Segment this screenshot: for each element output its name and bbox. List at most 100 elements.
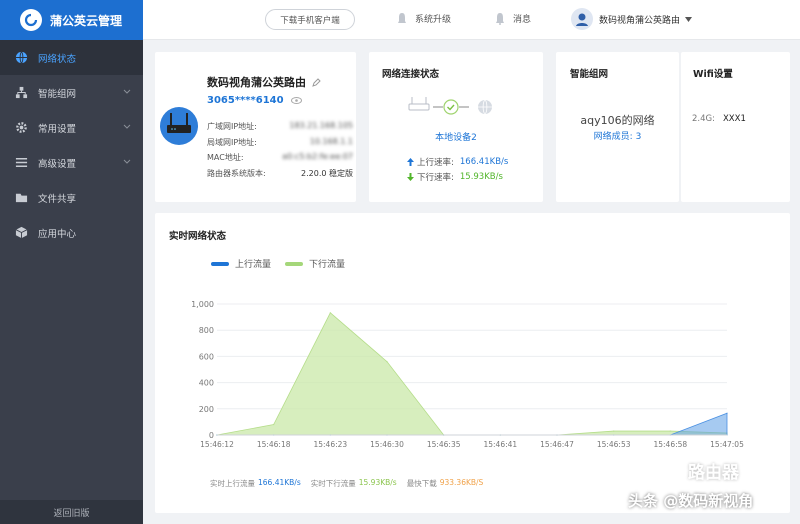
logo[interactable]: 蒲公英云管理 [0, 0, 143, 40]
sidebar-item-common-settings[interactable]: 常用设置 [0, 110, 143, 145]
avatar [571, 8, 593, 30]
mac-value: a0:c5:b2:fe:ee:07 [282, 152, 353, 161]
lan-ip-value: 10.168.1.1 [309, 137, 353, 146]
cube-icon [14, 226, 28, 240]
upgrade-icon [398, 13, 406, 23]
max-download-value: 933.36KB/S [439, 478, 484, 487]
y-tick-label: 400 [199, 379, 214, 388]
network-icon [14, 86, 28, 100]
connection-diagram [408, 97, 492, 115]
x-tick-label: 15:47:05 [710, 440, 744, 449]
connection-title: 网络连接状态 [382, 69, 440, 80]
x-tick-label: 15:46:23 [313, 440, 347, 449]
folder-icon [14, 191, 28, 205]
mac-label: MAC地址: [207, 153, 244, 162]
firmware-row: 路由器系统版本: 2.20.0 稳定版 [207, 168, 353, 179]
wan-ip-label: 广域网IP地址: [207, 122, 257, 131]
lan-ip-label: 局域网IP地址: [207, 138, 257, 147]
system-upgrade-label: 系统升级 [415, 15, 452, 25]
sidebar: 蒲公英云管理 网络状态 智能组网 常用设置 高级设置 文件共享 应用中心 返回旧… [0, 0, 143, 524]
data-point-download [329, 311, 332, 314]
old-version-link[interactable]: 返回旧版 [0, 500, 143, 524]
network-members-label: 网络成员: [593, 132, 633, 142]
sidebar-nav: 网络状态 智能组网 常用设置 高级设置 文件共享 应用中心 [0, 40, 143, 250]
upload-rate-label: 上行速率: [417, 158, 454, 168]
chevron-down-icon [123, 159, 131, 164]
list-icon [14, 156, 28, 170]
chevron-down-icon [123, 124, 131, 129]
connection-card: 网络连接状态 本地设备2 上行速率: 166.41KB/s 下行速率: 15.9… [369, 52, 543, 202]
bell-icon [496, 13, 504, 25]
internet-globe-icon [478, 99, 492, 115]
network-name: aqy106的网络 [580, 114, 655, 127]
arrow-down-icon [407, 173, 414, 181]
data-point-download [386, 360, 388, 363]
wifi-band-label: 2.4G: [692, 114, 715, 124]
up-total-label: 实时上行流量 [210, 479, 255, 488]
router-id: 3065****6140 [207, 95, 302, 106]
edit-icon[interactable] [312, 77, 321, 87]
messages-button[interactable]: 消息 [495, 12, 531, 25]
y-tick-label: 1,000 [191, 300, 214, 309]
x-tick-label: 15:46:35 [427, 440, 461, 449]
globe-icon [14, 51, 28, 65]
system-upgrade-button[interactable]: 系统升级 [397, 12, 451, 25]
network-members: 网络成员: 3 [556, 129, 679, 142]
firmware-value: 2.20.0 稳定版 [301, 169, 353, 178]
router-image [160, 107, 198, 145]
x-tick-label: 15:46:18 [257, 440, 291, 449]
sidebar-item-label: 高级设置 [38, 158, 77, 170]
router-id-text: 3065****6140 [207, 95, 284, 106]
x-tick-label: 15:46:12 [200, 440, 234, 449]
caret-down-icon [685, 16, 693, 22]
app-title: 蒲公英云管理 [50, 13, 123, 28]
data-point-download [669, 430, 672, 432]
upload-rate: 上行速率: 166.41KB/s [407, 156, 508, 168]
upload-rate-value: 166.41KB/s [459, 157, 509, 167]
router-icon [408, 97, 430, 111]
firmware-label: 路由器系统版本: [207, 169, 266, 178]
down-total-label: 实时下行流量 [310, 479, 356, 488]
y-tick-label: 0 [209, 431, 214, 440]
x-tick-label: 15:46:58 [653, 440, 687, 449]
router-card: 数码视角蒲公英路由 3065****6140 广域网IP地址: 183.21.1… [155, 52, 356, 202]
router-name: 数码视角蒲公英路由 [207, 74, 321, 90]
wifi-card[interactable]: Wifi设置 2.4G: XXX1 [681, 52, 790, 202]
down-total-value: 15.93KB/s [358, 478, 397, 487]
data-point-download [612, 430, 615, 432]
wifi-ssid: XXX1 [722, 114, 746, 124]
download-app-button[interactable]: 下载手机客户端 [265, 9, 355, 30]
eye-icon[interactable] [290, 97, 302, 104]
sidebar-item-smart-network[interactable]: 智能组网 [0, 75, 143, 110]
messages-label: 消息 [513, 15, 532, 25]
check-icon [443, 99, 459, 115]
wan-ip-row: 广域网IP地址: 183.21.168.105 [207, 121, 353, 132]
smart-network-title: 智能组网 [570, 69, 609, 80]
sidebar-item-advanced-settings[interactable]: 高级设置 [0, 145, 143, 180]
sidebar-item-app-center[interactable]: 应用中心 [0, 215, 143, 250]
topbar: 下载手机客户端 系统升级 消息 数码视角蒲公英路由 [143, 0, 800, 40]
chevron-down-icon [123, 89, 131, 94]
arrow-up-icon [407, 158, 414, 166]
user-menu[interactable]: 数码视角蒲公英路由 [571, 8, 693, 30]
watermark: 头条 @数码新视角 [628, 492, 754, 510]
max-download-label: 最快下载 [406, 479, 437, 488]
local-devices[interactable]: 本地设备2 [369, 130, 543, 143]
x-tick-label: 15:46:30 [370, 440, 404, 449]
sidebar-item-label: 智能组网 [38, 88, 77, 100]
sidebar-item-label: 文件共享 [38, 193, 77, 205]
sidebar-item-label: 网络状态 [38, 53, 77, 65]
y-tick-label: 200 [199, 405, 214, 414]
user-name: 数码视角蒲公英路由 [599, 15, 681, 26]
sidebar-item-network-status[interactable]: 网络状态 [0, 40, 143, 75]
x-tick-label: 15:46:53 [597, 440, 631, 449]
wan-ip-value: 183.21.168.105 [289, 121, 353, 130]
download-rate-label: 下行速率: [417, 173, 454, 183]
logo-icon [20, 9, 42, 31]
download-rate-value: 15.93KB/s [459, 172, 503, 182]
x-tick-label: 15:46:47 [540, 440, 574, 449]
smart-network-card[interactable]: 智能组网 aqy106的网络 网络成员: 3 [556, 52, 679, 202]
watermark-badge: 路由器 [688, 463, 739, 483]
gear-icon [14, 121, 28, 135]
sidebar-item-file-share[interactable]: 文件共享 [0, 180, 143, 215]
